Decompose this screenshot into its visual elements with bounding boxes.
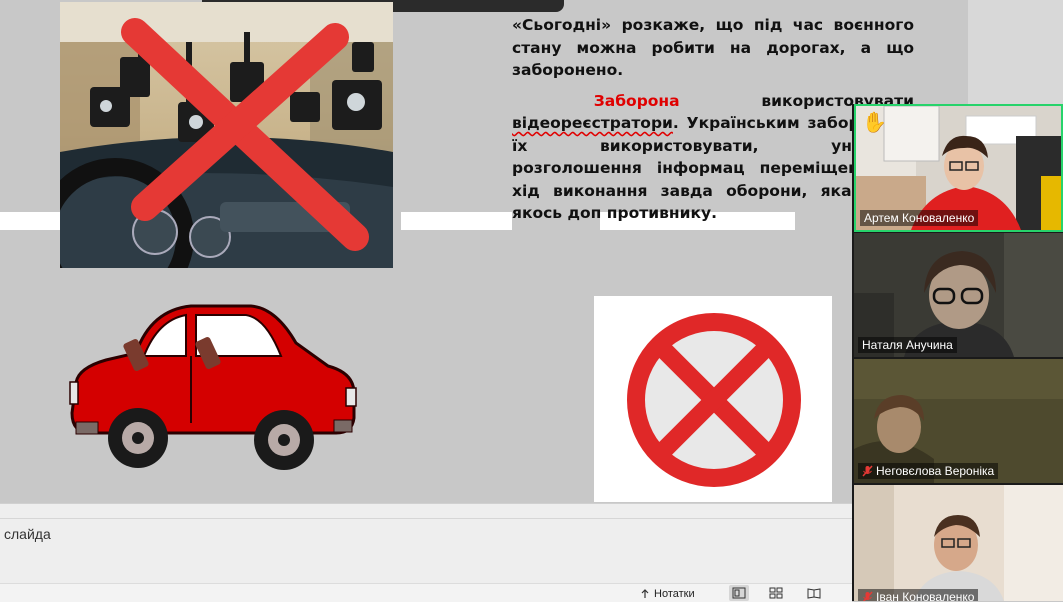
paragraph-intro: «Сьогодні» розкаже, що під час воєнного … xyxy=(512,16,914,79)
participant-tile[interactable]: Неговєлова Вероніка xyxy=(854,359,1063,483)
notes-label: Нотатки xyxy=(654,588,695,600)
muted-microphone-icon xyxy=(862,465,873,477)
divider xyxy=(0,518,852,519)
participant-name-tag: Неговєлова Вероніка xyxy=(858,463,999,479)
normal-view-icon xyxy=(732,587,746,599)
prohibition-sign-image xyxy=(594,296,832,502)
participant-tile[interactable]: Іван Коноваленко xyxy=(854,485,1063,601)
raised-hand-icon: ✋ xyxy=(862,112,887,134)
red-car-image xyxy=(66,298,360,476)
notes-placeholder: слайда xyxy=(4,526,51,542)
participant-name: Неговєлова Вероніка xyxy=(876,464,995,478)
reading-view-button[interactable] xyxy=(804,585,824,601)
slide-sorter-button[interactable] xyxy=(766,585,786,601)
white-strip xyxy=(401,212,512,230)
notes-icon xyxy=(641,589,649,598)
participant-name-tag: Наталя Анучина xyxy=(858,337,957,353)
reading-view-icon xyxy=(807,588,821,599)
video-participants-panel: ✋ Артем Коноваленко Наталя Анучина Негов… xyxy=(852,104,1063,601)
participant-name-tag: Іван Коноваленко xyxy=(858,589,979,601)
participant-video xyxy=(854,485,1063,601)
participant-tile[interactable]: Наталя Анучина xyxy=(854,233,1063,357)
status-bar: Нотатки xyxy=(0,583,852,602)
participant-name: Артем Коноваленко xyxy=(864,211,975,225)
participant-name-tag: Артем Коноваленко xyxy=(860,210,979,226)
participant-name: Наталя Анучина xyxy=(862,338,953,352)
slide-sorter-icon xyxy=(769,587,783,599)
white-strip xyxy=(0,212,60,230)
ban-heading: Заборона xyxy=(593,91,680,110)
muted-microphone-icon xyxy=(862,591,873,601)
normal-view-button[interactable] xyxy=(729,585,749,601)
notes-toggle-button[interactable]: Нотатки xyxy=(640,586,695,602)
participant-tile[interactable]: ✋ Артем Коноваленко xyxy=(854,104,1063,232)
participant-name: Іван Коноваленко xyxy=(876,590,975,601)
speaker-notes-pane[interactable]: слайда xyxy=(0,503,852,584)
dashcam-prohibited-image xyxy=(60,2,393,268)
spellcheck-word: відеореєстратори xyxy=(512,114,673,132)
